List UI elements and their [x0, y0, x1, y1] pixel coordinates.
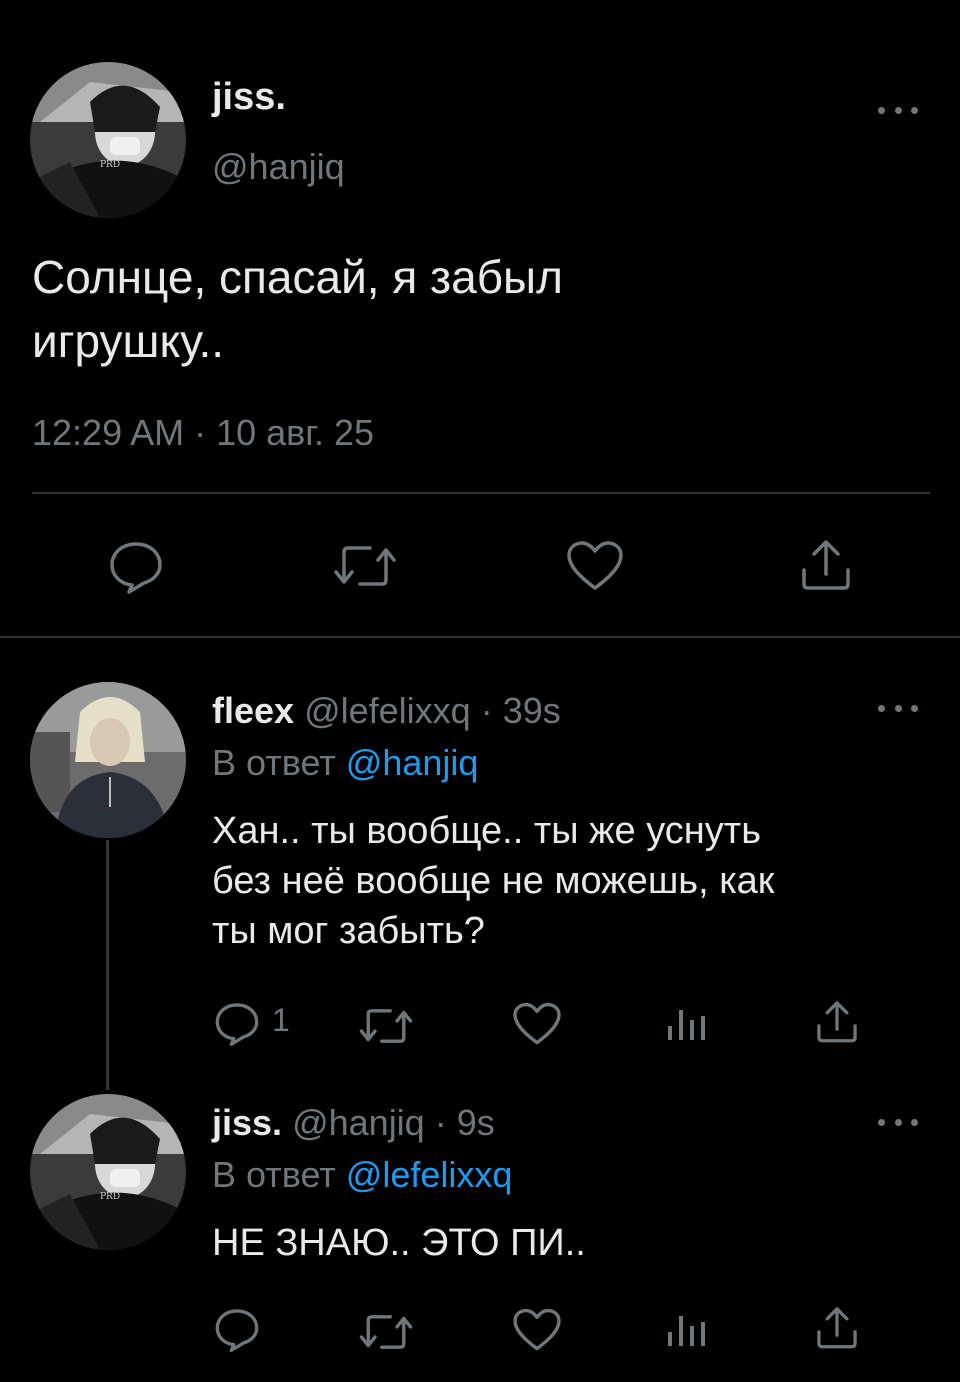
- reply1-text-line-3: ты мог забыть?: [212, 910, 485, 952]
- reply1-text-line-2: без неё вообще не можешь, как: [212, 860, 775, 902]
- reply1-like-icon[interactable]: [512, 1002, 562, 1046]
- reply1-views-icon[interactable]: [664, 1002, 710, 1044]
- reply1-more-options-icon[interactable]: [878, 698, 918, 718]
- reply1-reply-to-link[interactable]: @hanjiq: [346, 742, 479, 783]
- section-divider: [0, 636, 960, 638]
- reply2-text-line-1: НЕ ЗНАЮ.. ЭТО ПИ..: [212, 1222, 586, 1264]
- reply2-reply-to-link[interactable]: @lefelixxq: [346, 1154, 513, 1195]
- reply2-author-name[interactable]: jiss.: [212, 1102, 282, 1143]
- reply1-author-name[interactable]: fleex: [212, 690, 294, 731]
- reply2-reply-icon[interactable]: [214, 1306, 260, 1352]
- reply1-reply-icon[interactable]: [214, 1000, 260, 1046]
- reply2-header: jiss. @hanjiq · 9s: [212, 1102, 495, 1144]
- reply1-reply-count: 1: [272, 1002, 290, 1038]
- reply2-retweet-icon[interactable]: [358, 1310, 414, 1354]
- retweet-icon[interactable]: [332, 540, 398, 592]
- reply2-age: · 9s: [434, 1102, 495, 1143]
- reply2-author-handle[interactable]: @hanjiq: [292, 1102, 425, 1143]
- more-options-icon[interactable]: [878, 100, 918, 120]
- reply1-retweet-icon[interactable]: [358, 1004, 414, 1048]
- avatar-jiss[interactable]: PRD: [30, 62, 186, 218]
- reply-icon[interactable]: [108, 538, 164, 594]
- author-name[interactable]: jiss.: [212, 76, 286, 119]
- avatar-jiss-reply[interactable]: PRD: [30, 1094, 186, 1250]
- reply1-age: · 39s: [480, 690, 561, 731]
- reply2-views-icon[interactable]: [664, 1308, 710, 1350]
- reply1-reply-prefix: В ответ: [212, 742, 336, 783]
- reply1-share-icon[interactable]: [814, 998, 860, 1044]
- reply1-text-line-1: Хан.. ты вообще.. ты же уснуть: [212, 810, 761, 852]
- thread-line: [106, 840, 109, 1090]
- reply2-reply-prefix: В ответ: [212, 1154, 336, 1195]
- avatar-fleex[interactable]: [30, 682, 186, 838]
- author-handle[interactable]: @hanjiq: [212, 146, 345, 188]
- reply2-more-options-icon[interactable]: [878, 1112, 918, 1132]
- reply2-share-icon[interactable]: [814, 1304, 860, 1350]
- tweet-timestamp[interactable]: 12:29 AM · 10 авг. 25: [32, 412, 374, 454]
- svg-text:PRD: PRD: [100, 160, 120, 170]
- svg-text:PRD: PRD: [100, 1192, 120, 1202]
- reply2-like-icon[interactable]: [512, 1308, 562, 1352]
- divider: [32, 492, 930, 494]
- tweet-text-line-1: Солнце, спасай, я забыл: [32, 251, 563, 303]
- tweet-text-line-2: игрушку..: [32, 315, 225, 367]
- reply1-header: fleex @lefelixxq · 39s: [212, 690, 561, 732]
- reply1-author-handle[interactable]: @lefelixxq: [304, 690, 471, 731]
- share-icon[interactable]: [798, 536, 854, 592]
- like-icon[interactable]: [566, 540, 624, 592]
- reply1-replying-to: В ответ @hanjiq: [212, 742, 478, 784]
- reply2-replying-to: В ответ @lefelixxq: [212, 1154, 512, 1196]
